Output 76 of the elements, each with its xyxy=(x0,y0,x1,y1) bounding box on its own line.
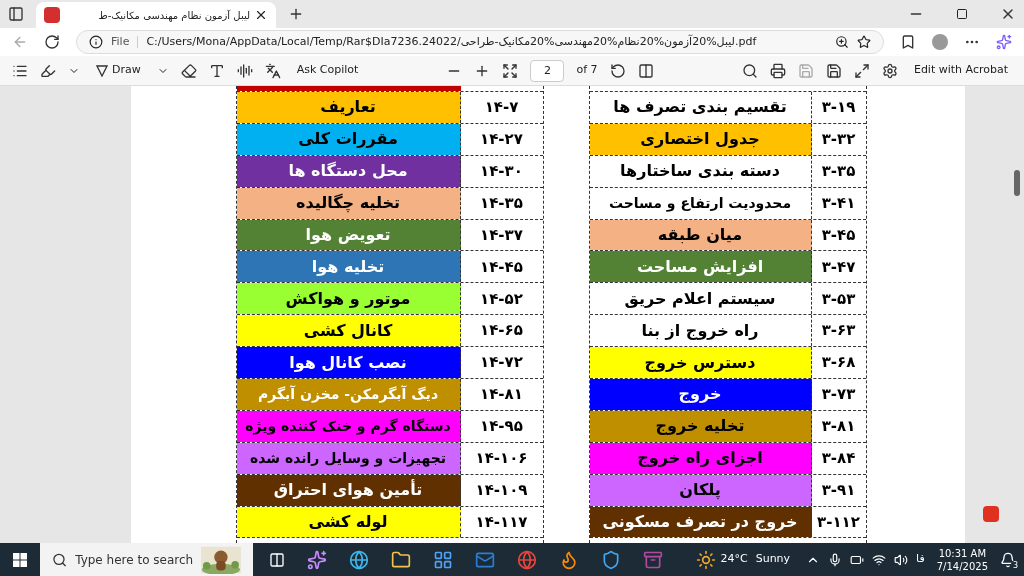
draw-button[interactable]: Draw xyxy=(92,62,145,79)
table-cell: لوله کشی xyxy=(236,506,461,538)
sidebar-icon[interactable] xyxy=(8,6,24,22)
copilot-button[interactable]: Ask Copilot xyxy=(292,62,363,79)
table-cell: جدول اختصاری xyxy=(589,123,812,155)
table-cell: میان طبقه xyxy=(589,219,812,251)
windows-icon[interactable] xyxy=(13,552,27,567)
translate-icon[interactable] xyxy=(264,62,281,79)
fit-icon[interactable] xyxy=(502,62,519,79)
archive-icon[interactable] xyxy=(643,549,663,570)
favorite-icon[interactable] xyxy=(857,35,871,49)
profile-avatar[interactable] xyxy=(932,34,948,50)
table-cell: تخلیه خروج xyxy=(589,410,812,442)
search-icon xyxy=(52,551,68,568)
table-cell: افزایش مساحت xyxy=(589,251,812,283)
table-cell: خروج در تصرف مسکونی xyxy=(589,506,812,538)
table-cell: دسترس خروج xyxy=(589,347,812,378)
folder-icon[interactable] xyxy=(391,549,411,570)
table-cell: اجزای راه خروج xyxy=(589,442,812,474)
search-icon[interactable] xyxy=(741,62,758,79)
language-indicator[interactable]: فا xyxy=(916,551,925,568)
page-view-icon[interactable] xyxy=(637,62,654,79)
info-icon[interactable] xyxy=(89,35,103,49)
reload-icon[interactable] xyxy=(44,34,60,50)
favorites-icon[interactable] xyxy=(900,34,916,50)
browser-tab[interactable]: لیبل آزمون نظام مهندسی مکانیک-ط xyxy=(36,2,276,28)
clock-date: 7/14/2025 xyxy=(936,559,988,573)
mic-icon[interactable] xyxy=(828,552,843,567)
page-field[interactable]: 2 xyxy=(530,59,565,82)
task-view-icon[interactable] xyxy=(269,551,285,568)
table-cell: تأمین هوای احتراق xyxy=(236,474,461,506)
clock-time: 10:31 AM xyxy=(938,546,987,560)
save-as-icon[interactable] xyxy=(825,62,842,79)
table-cell: تخلیه هوا xyxy=(236,251,461,283)
temperature: 24°C xyxy=(720,551,748,568)
table-cell: تجهیزات و وسایل رانده شده xyxy=(236,442,461,474)
read-aloud-icon[interactable] xyxy=(236,62,253,79)
table-cell: محل دستگاه ها xyxy=(236,155,461,187)
notification-icon[interactable] xyxy=(1000,551,1016,568)
eraser-icon[interactable] xyxy=(180,62,197,79)
volume-icon[interactable] xyxy=(894,552,909,567)
print-icon[interactable] xyxy=(769,62,786,79)
table-cell: پلکان xyxy=(589,474,812,506)
copilot-icon[interactable] xyxy=(996,34,1012,50)
store-icon[interactable] xyxy=(433,549,453,570)
shield-icon[interactable] xyxy=(601,549,621,570)
table-cell: موتور و هواکش xyxy=(236,283,461,315)
copilot-icon[interactable] xyxy=(307,549,327,570)
table-cell: دیگ آبگرمکن- مخزن آبگرم xyxy=(236,379,461,410)
table-cell: دستگاه گرم و خنک کننده ویژه xyxy=(236,410,461,442)
page-count: of 7 xyxy=(576,62,598,79)
fullscreen-icon[interactable] xyxy=(853,62,870,79)
table-cell: کانال کشی xyxy=(236,315,461,347)
rotate-icon[interactable] xyxy=(609,62,626,79)
table-cell: مقررات کلی xyxy=(236,123,461,155)
zoom-icon[interactable] xyxy=(835,35,849,49)
url-text: C:/Users/Mona/AppData/Local/Temp/Rar$DIa7236.24022/لیبل%20آزمون%20نظام%20مهندسی%20مکانیک-طراحی.pdf xyxy=(146,33,758,50)
table-cell: نصب کانال هوا xyxy=(236,347,461,378)
table-cell: تعویض هوا xyxy=(236,219,461,251)
table-cell: خروج xyxy=(589,379,812,410)
weather-icon[interactable] xyxy=(696,549,717,570)
highlight-icon[interactable] xyxy=(40,62,56,79)
weather-text: Sunny xyxy=(755,551,791,568)
acrobat-button[interactable]: Edit with Acrobat xyxy=(909,62,1012,79)
table-cell: تخلیه چگالیده xyxy=(236,187,461,219)
settings-icon[interactable] xyxy=(881,62,898,79)
taskbar-search[interactable]: Type here to search xyxy=(40,543,253,576)
wifi-icon[interactable] xyxy=(872,552,887,567)
address-scheme: File xyxy=(111,33,130,50)
pen-icon xyxy=(96,64,108,77)
text-icon[interactable] xyxy=(208,62,225,79)
close-icon[interactable] xyxy=(254,8,268,22)
restore-icon[interactable] xyxy=(956,8,968,20)
table-cell: تعاریف xyxy=(236,92,461,123)
new-tab-icon[interactable] xyxy=(288,6,304,22)
tab-title: لیبل آزمون نظام مهندسی مکانیک-ط xyxy=(97,8,250,23)
